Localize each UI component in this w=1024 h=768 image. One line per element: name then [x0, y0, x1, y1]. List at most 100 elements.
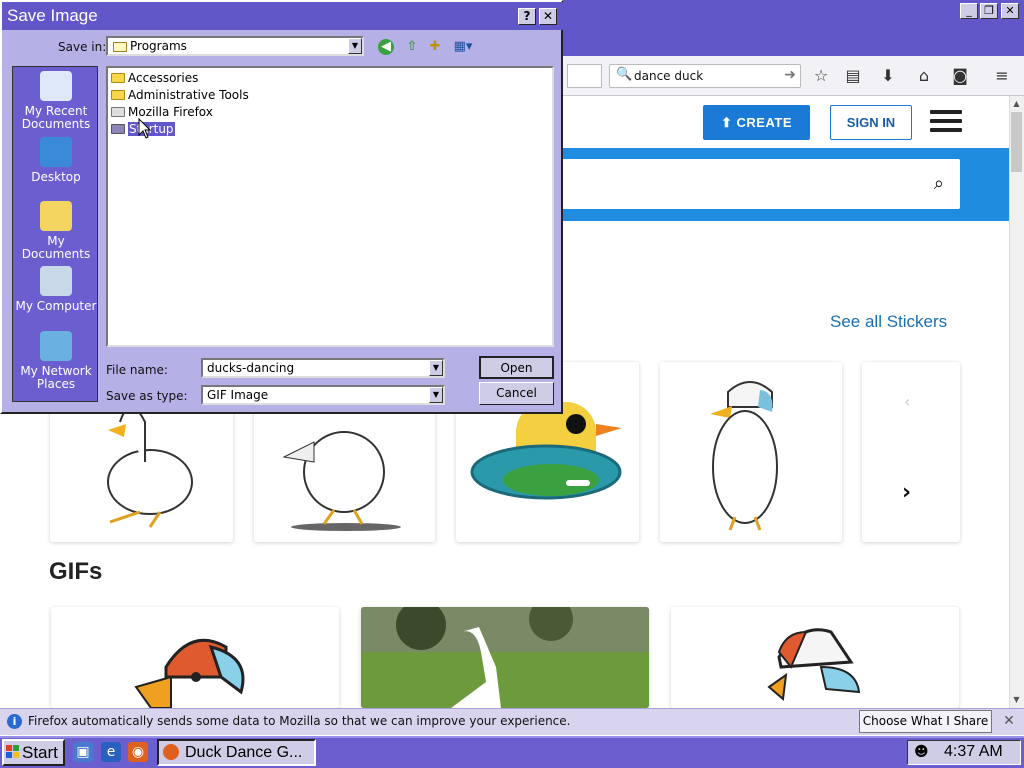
file-name: Mozilla Firefox — [128, 105, 213, 119]
scroll-up-icon[interactable]: ▲ — [1011, 98, 1022, 110]
scroll-down-icon[interactable]: ▼ — [1011, 694, 1022, 706]
notification-message: Firefox automatically sends some data to… — [28, 714, 571, 728]
minimize-button[interactable]: _ — [960, 3, 978, 19]
file-name: Administrative Tools — [128, 88, 249, 102]
mouse-cursor-icon — [138, 118, 152, 139]
program-folder-icon — [111, 107, 125, 117]
duck-sticker-image — [710, 381, 778, 531]
gif-card[interactable] — [671, 607, 959, 708]
sign-in-button[interactable]: SIGN IN — [830, 105, 912, 140]
choose-what-i-share-button[interactable]: Choose What I Share — [859, 710, 992, 733]
back-icon[interactable]: ◀ — [378, 39, 394, 55]
see-all-stickers-link[interactable]: See all Stickers — [830, 312, 947, 332]
file-name-value: ducks-dancing — [207, 361, 295, 375]
save-in-value: Programs — [130, 39, 187, 53]
chevron-down-icon[interactable]: ▼ — [348, 38, 362, 54]
place-label: My Recent Documents — [21, 104, 91, 131]
file-list[interactable]: Accessories Administrative Tools Mozilla… — [106, 66, 554, 347]
taskbar — [0, 736, 1024, 768]
folder-icon — [111, 124, 125, 134]
gifs-heading: GIFs — [49, 558, 103, 585]
restore-button[interactable]: ❐ — [980, 3, 998, 19]
file-item-administrative-tools[interactable]: Administrative Tools — [110, 87, 249, 103]
file-name: Accessories — [128, 71, 199, 85]
desktop-icon — [40, 137, 72, 167]
view-menu-icon[interactable]: ▦▾ — [450, 39, 476, 55]
scroll-thumb[interactable] — [1011, 112, 1022, 172]
search-icon[interactable]: ⌕ — [934, 173, 944, 194]
save-image-dialog: Save Image ? ✕ Save in: Programs ▼ ◀ ⇧ ✚… — [0, 0, 563, 414]
duck-gif-image — [361, 607, 649, 708]
gif-card[interactable] — [51, 607, 339, 708]
notification-close-icon[interactable]: ✕ — [1001, 712, 1017, 730]
pocket-icon[interactable]: ◙ — [951, 67, 969, 85]
carousel-next-icon[interactable]: › — [902, 480, 911, 505]
search-go-icon[interactable]: ➜ — [784, 67, 796, 83]
page-scrollbar[interactable] — [1009, 96, 1024, 708]
site-search-input[interactable]: ⌕ — [560, 159, 960, 209]
firefox-icon — [163, 744, 179, 760]
folder-icon — [113, 42, 127, 52]
reading-list-icon[interactable]: ▤ — [844, 67, 862, 85]
places-bar: My Recent Documents Desktop My Documents… — [12, 66, 98, 402]
sticker-card[interactable] — [660, 362, 842, 542]
open-button[interactable]: Open — [479, 356, 554, 379]
internet-explorer-icon[interactable]: e — [101, 742, 121, 762]
my-computer-icon — [40, 266, 72, 296]
file-item-accessories[interactable]: Accessories — [110, 70, 198, 86]
folder-icon — [111, 73, 125, 83]
duck-gif-image — [767, 628, 861, 701]
file-name-input[interactable]: ducks-dancing ▼ — [201, 358, 445, 378]
gif-card[interactable] — [361, 607, 649, 708]
taskbar-firefox-window[interactable]: Duck Dance G... — [157, 739, 316, 766]
help-button[interactable]: ? — [518, 8, 536, 25]
dialog-close-button[interactable]: ✕ — [539, 8, 557, 25]
place-label: Desktop — [31, 170, 81, 184]
recent-documents-icon — [40, 71, 72, 101]
my-documents-icon — [40, 201, 72, 231]
place-label: My Network Places — [20, 364, 92, 391]
sticker-card[interactable]: ‹ › — [862, 362, 960, 542]
firefox-quicklaunch-icon[interactable]: ◉ — [128, 742, 148, 762]
folder-icon — [111, 90, 125, 100]
taskbar-window-title: Duck Dance G... — [185, 744, 303, 761]
network-places-icon — [40, 331, 72, 361]
file-item-mozilla-firefox[interactable]: Mozilla Firefox — [110, 104, 213, 120]
duck-gif-image — [134, 638, 245, 708]
clock: 4:37 AM — [944, 743, 1003, 760]
chevron-down-icon[interactable]: ▼ — [429, 387, 443, 403]
hamburger-menu-icon[interactable]: ≡ — [993, 67, 1011, 85]
save-as-type-value: GIF Image — [207, 388, 269, 402]
cancel-button[interactable]: Cancel — [479, 382, 554, 405]
tray-user-icon[interactable]: ☻ — [914, 744, 929, 760]
dialog-titlebar[interactable]: Save Image ? ✕ — [2, 2, 563, 30]
site-menu-icon[interactable] — [930, 110, 962, 134]
system-tray: ☻ 4:37 AM — [907, 740, 1021, 765]
close-window-button[interactable]: ✕ — [1001, 3, 1019, 19]
dialog-title: Save Image — [7, 6, 98, 25]
url-bar[interactable] — [567, 64, 602, 88]
place-desktop[interactable]: Desktop — [13, 137, 99, 184]
file-name-label: File name: — [106, 363, 168, 377]
search-query: dance duck — [634, 69, 704, 83]
save-as-type-dropdown[interactable]: GIF Image ▼ — [201, 385, 445, 405]
save-in-label: Save in: — [58, 40, 107, 54]
up-folder-icon[interactable]: ⇧ — [403, 39, 421, 55]
create-button[interactable]: ⬆ CREATE — [703, 105, 810, 140]
home-icon[interactable]: ⌂ — [915, 67, 933, 85]
save-in-dropdown[interactable]: Programs ▼ — [106, 36, 364, 56]
chevron-down-icon[interactable]: ▼ — [429, 360, 443, 376]
bookmark-star-icon[interactable]: ☆ — [812, 67, 830, 85]
carousel-prev-icon[interactable]: ‹ — [904, 392, 910, 411]
search-bar[interactable]: 🔍 dance duck ➜ — [609, 64, 801, 88]
new-folder-icon[interactable]: ✚ — [426, 39, 444, 55]
download-icon[interactable]: ⬇ — [879, 67, 897, 85]
place-my-recent-documents[interactable]: My Recent Documents — [13, 71, 99, 131]
place-my-network-places[interactable]: My Network Places — [13, 331, 99, 391]
place-my-documents[interactable]: My Documents — [13, 201, 99, 261]
info-icon: i — [7, 714, 22, 729]
place-my-computer[interactable]: My Computer — [13, 266, 99, 313]
place-label: My Computer — [15, 299, 97, 313]
show-desktop-icon[interactable]: ▣ — [73, 742, 93, 762]
search-engine-icon: 🔍 — [616, 67, 633, 82]
